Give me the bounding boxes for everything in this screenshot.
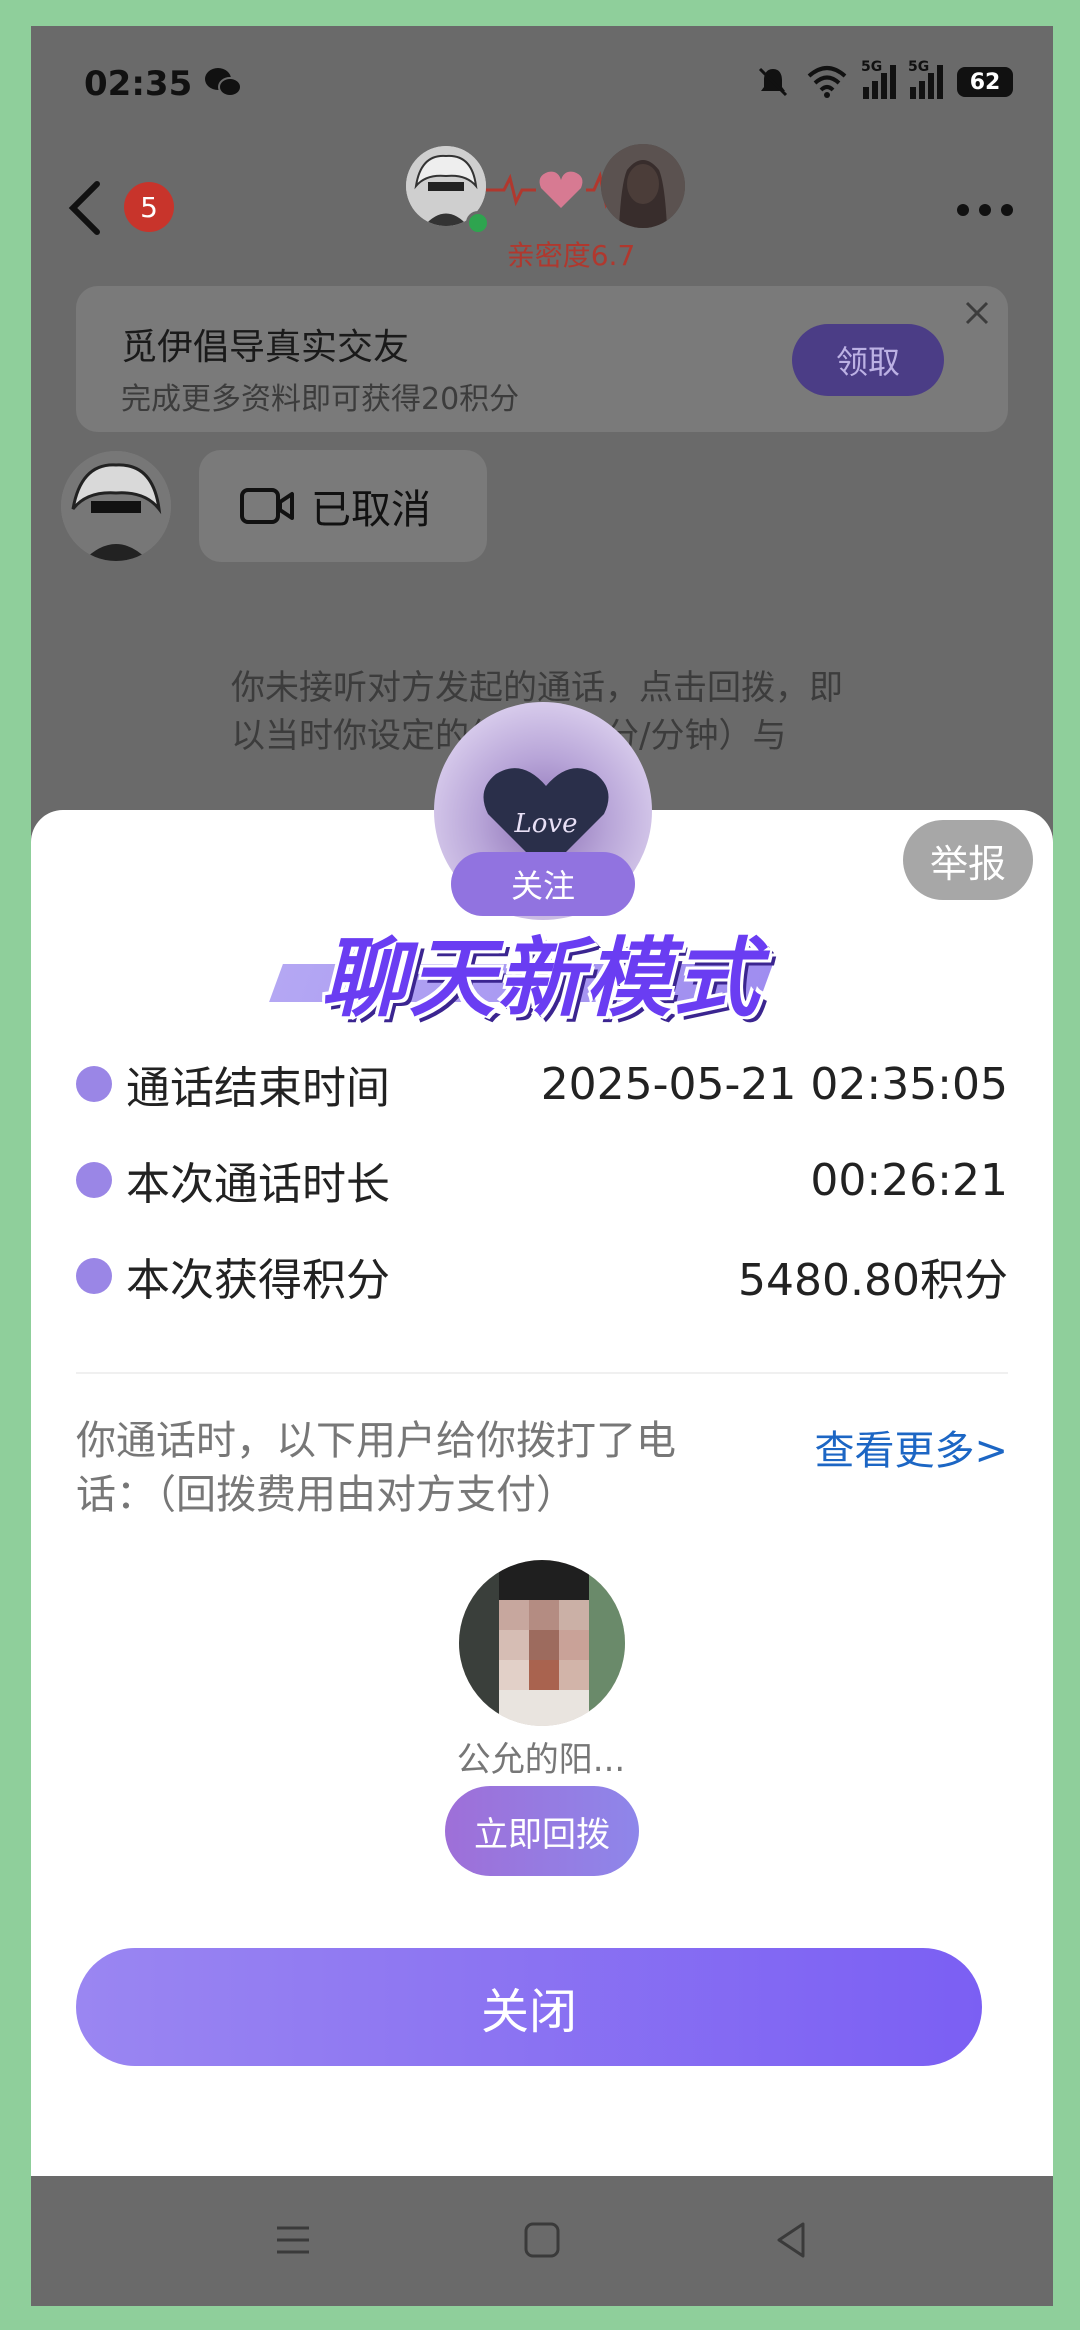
missed-caller-name: 公允的阳... — [456, 1740, 626, 1780]
end-time-row: 通话结束时间 2025-05-21 02:35:05 — [76, 1054, 1008, 1114]
headline-banner: 聊天新模式 — [321, 929, 761, 1029]
battery-icon: 62 — [957, 67, 1013, 97]
money-bag-icon — [76, 1258, 112, 1294]
avatar-love-text: Love — [514, 809, 578, 839]
stopwatch-icon — [76, 1162, 112, 1198]
end-time-value: 2025-05-21 02:35:05 — [540, 1058, 1008, 1110]
back-arrow-icon[interactable] — [61, 178, 111, 238]
intimacy-label: 亲密度6.7 — [506, 239, 636, 272]
duration-value: 00:26:21 — [810, 1154, 1008, 1206]
call-status-bubble[interactable]: 已取消 — [199, 450, 487, 562]
promo-subtitle: 完成更多资料即可获得20积分 — [121, 382, 520, 417]
wifi-icon — [807, 66, 847, 98]
divider — [76, 1372, 1008, 1374]
status-icons: 5G 5G 62 — [755, 59, 1013, 104]
duration-label: 本次通话时长 — [126, 1159, 390, 1210]
more-options-icon[interactable] — [957, 204, 1013, 216]
points-label: 本次获得积分 — [126, 1255, 390, 1306]
points-value: 5480.80积分 — [738, 1255, 1008, 1306]
partner-avatar[interactable] — [601, 144, 685, 228]
close-button[interactable]: 关闭 — [76, 1948, 982, 2066]
video-call-icon — [240, 488, 294, 524]
claim-button[interactable]: 领取 — [792, 324, 944, 396]
missed-caller-avatar[interactable] — [459, 1560, 625, 1726]
system-nav-bar — [31, 2176, 1053, 2306]
menu-icon[interactable] — [271, 2218, 315, 2262]
back-triangle-icon[interactable] — [769, 2218, 813, 2262]
report-button[interactable]: 举报 — [903, 820, 1033, 900]
close-icon[interactable] — [962, 298, 992, 328]
home-icon[interactable] — [520, 2218, 564, 2262]
duration-row: 本次通话时长 00:26:21 — [76, 1150, 1008, 1210]
signal-icon-1: 5G — [861, 59, 896, 99]
sender-avatar[interactable] — [61, 451, 171, 561]
promo-title: 觅伊倡导真实交友 — [121, 327, 410, 368]
missed-callers-text: 你通话时，以下用户给你拨打了电话：（回拨费用由对方支付） — [76, 1418, 676, 1518]
see-more-link[interactable]: 查看更多> — [814, 1418, 1008, 1476]
points-row: 本次获得积分 5480.80积分 — [76, 1246, 1008, 1306]
unread-badge: 5 — [124, 182, 174, 232]
call-status-text: 已取消 — [311, 487, 431, 533]
signal-icon-2: 5G — [908, 59, 943, 99]
status-time: 02:35 — [84, 64, 193, 104]
phone-screen: 02:35 5G 5G 62 5 亲密度6.7 觅伊倡导真实交友 完成更多资料即… — [31, 26, 1053, 2306]
clock-icon — [76, 1066, 112, 1102]
follow-button[interactable]: 关注 — [451, 852, 635, 916]
status-bar: 02:35 5G 5G 62 — [31, 26, 1053, 146]
wechat-icon — [205, 68, 242, 97]
mute-bell-icon — [758, 67, 788, 97]
end-time-label: 通话结束时间 — [126, 1063, 390, 1114]
promo-banner: 觅伊倡导真实交友 完成更多资料即可获得20积分 领取 — [76, 286, 1008, 432]
callback-button[interactable]: 立即回拨 — [445, 1786, 639, 1876]
